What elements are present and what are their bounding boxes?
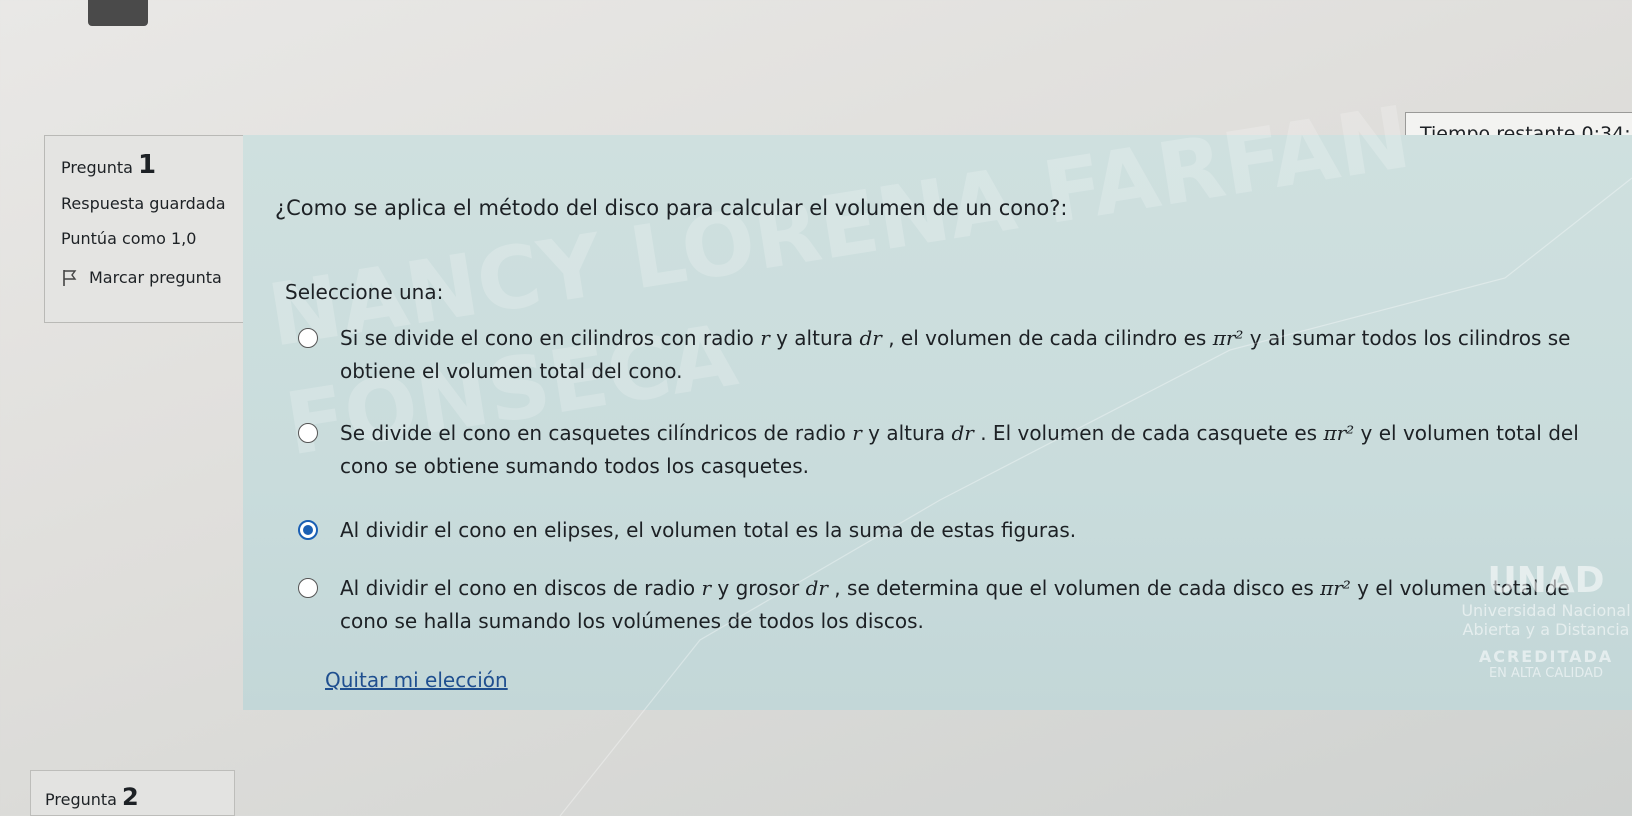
math-r: r [701, 576, 712, 600]
answer-option-1[interactable]: Si se divide el cono en cilindros con ra… [298, 322, 1632, 388]
option-1-text-c: , el volumen de cada cilindro es [881, 326, 1213, 350]
option-4-text-c: , se determina que el volumen de cada di… [827, 576, 1321, 600]
option-3-text-a: Al dividir el cono en elipses, el volume… [340, 518, 1077, 542]
option-2-text-c: . El volumen de cada casquete es [973, 421, 1324, 445]
option-2-text-b: y altura [861, 421, 952, 445]
option-1-text-e: obtiene el volumen total del cono. [340, 359, 683, 383]
answer-radio-1[interactable] [298, 328, 318, 348]
math-pi-r2: πr² [1212, 326, 1244, 350]
logo-mark: UNAD [1487, 560, 1605, 601]
answer-radio-2[interactable] [298, 423, 318, 443]
option-1-text-a: Si se divide el cono en cilindros con ra… [340, 326, 761, 350]
option-4-text-a: Al dividir el cono en discos de radio [340, 576, 702, 600]
question-score: Puntúa como 1,0 [61, 229, 197, 248]
answer-radio-3[interactable] [298, 520, 318, 540]
logo-line-4: EN ALTA CALIDAD [1488, 666, 1604, 681]
question-label: Pregunta [61, 158, 133, 177]
option-4-text-b: y grosor [711, 576, 806, 600]
question-status: Respuesta guardada [61, 194, 226, 213]
option-1-text-b: y altura [769, 326, 860, 350]
clear-choice-link[interactable]: Quitar mi elección [325, 668, 508, 692]
university-logo: UNAD Universidad Nacional Abierta y a Di… [1460, 560, 1632, 710]
next-question-number: 2 [122, 783, 139, 811]
option-4-text-e: cono se halla sumando los volúmenes de t… [340, 609, 924, 633]
logo-line-2: Abierta y a Distancia [1462, 620, 1630, 639]
math-r: r [852, 421, 862, 445]
answer-option-2[interactable]: Se divide el cono en casquetes cilíndric… [298, 417, 1632, 483]
answer-radio-4[interactable] [298, 578, 318, 598]
math-pi-r2: πr² [1320, 576, 1351, 600]
option-2-text-a: Se divide el cono en casquetes cilíndric… [340, 421, 853, 445]
math-pi-r2: πr² [1323, 421, 1355, 445]
select-one-label: Seleccione una: [285, 280, 444, 304]
answer-option-4[interactable]: Al dividir el cono en discos de radio r … [298, 572, 1632, 638]
next-question-tab[interactable]: Pregunta 2 [30, 770, 235, 816]
option-2-text-e: cono se obtiene sumando todos los casque… [340, 454, 809, 478]
flag-question-label: Marcar pregunta [89, 268, 222, 287]
math-dr: dr [859, 326, 882, 350]
logo-line-3: ACREDITADA [1478, 647, 1614, 666]
top-nav-button[interactable] [88, 0, 148, 26]
math-dr: dr [805, 576, 828, 600]
next-question-label: Pregunta [45, 790, 117, 809]
question-text: ¿Como se aplica el método del disco para… [275, 196, 1068, 220]
math-dr: dr [951, 421, 974, 445]
logo-line-1: Universidad Nacional [1461, 601, 1631, 620]
answer-option-3[interactable]: Al dividir el cono en elipses, el volume… [298, 514, 1632, 547]
option-2-text-d: y el volumen total del [1354, 421, 1579, 445]
question-info-panel: Pregunta 1 Respuesta guardada Puntúa com… [44, 135, 252, 323]
flag-question-link[interactable]: Marcar pregunta [61, 268, 251, 287]
question-number: 1 [138, 150, 157, 180]
math-r: r [760, 326, 770, 350]
option-1-text-d: y al sumar todos los cilindros se [1243, 326, 1571, 350]
flag-icon [61, 269, 79, 287]
